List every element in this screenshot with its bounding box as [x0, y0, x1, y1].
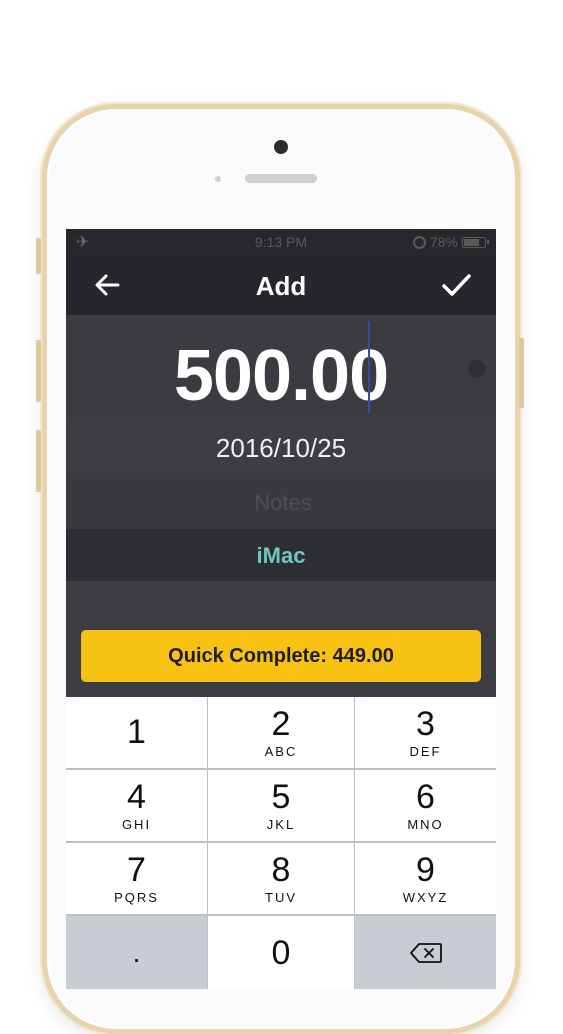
backspace-icon — [409, 942, 442, 963]
amount-field[interactable]: 500.00 — [66, 315, 496, 421]
key-letters: GHI — [121, 817, 152, 832]
key-decimal[interactable]: . — [66, 916, 207, 989]
key-digit: 7 — [127, 851, 146, 889]
key-9[interactable]: 9 WXYZ — [355, 843, 496, 914]
key-digit: 1 — [127, 712, 146, 751]
key-letters: MNO — [407, 817, 444, 832]
key-letters: DEF — [409, 744, 442, 759]
quick-complete-button[interactable]: Quick Complete: 449.00 — [81, 630, 481, 682]
volume-down-button — [36, 430, 41, 492]
status-bar: ✈ 9:13 PM 78% — [66, 229, 496, 255]
alarm-icon — [412, 235, 426, 249]
battery-percent: 78% — [429, 234, 458, 250]
notes-input[interactable] — [66, 487, 496, 519]
checkmark-icon — [442, 274, 471, 296]
volume-up-button — [36, 340, 41, 402]
backspace-key[interactable] — [355, 916, 496, 989]
app-screen: ✈ 9:13 PM 78% Add 500.00 2016/10/25 Note… — [66, 229, 496, 989]
nav-bar: Add — [66, 255, 496, 315]
mute-switch — [36, 238, 41, 274]
numeric-keypad: 1 2 ABC 3 DEF 4 GHI 5 JKL 6 MNO 7 PQRS 8 — [66, 697, 496, 989]
key-digit: 0 — [271, 933, 291, 972]
page-title: Add — [255, 271, 307, 301]
key-digit: 8 — [271, 851, 291, 889]
key-5[interactable]: 5 JKL — [208, 770, 354, 841]
clear-icon[interactable] — [468, 360, 486, 378]
key-digit: 6 — [416, 778, 435, 816]
power-button — [519, 338, 524, 408]
category-label: iMac — [256, 543, 306, 568]
front-camera — [274, 140, 288, 154]
key-letters: WXYZ — [402, 890, 449, 905]
key-2[interactable]: 2 ABC — [208, 697, 354, 768]
key-digit: 5 — [271, 778, 291, 816]
key-3[interactable]: 3 DEF — [355, 697, 496, 768]
notes-row — [66, 473, 496, 529]
key-8[interactable]: 8 TUV — [208, 843, 354, 914]
key-letters: TUV — [265, 890, 297, 905]
key-decimal-label: . — [132, 936, 141, 968]
key-1[interactable]: 1 — [66, 697, 207, 768]
key-digit: 3 — [416, 705, 435, 743]
key-7[interactable]: 7 PQRS — [66, 843, 207, 914]
battery-icon — [462, 236, 489, 248]
date-value: 2016/10/25 — [215, 433, 347, 463]
proximity-sensor — [215, 176, 221, 182]
battery-indicator: 78% — [412, 234, 489, 250]
key-letters: PQRS — [114, 890, 159, 905]
earpiece-speaker — [245, 174, 317, 183]
key-letters: ABC — [264, 744, 298, 759]
confirm-button[interactable] — [436, 265, 476, 305]
key-digit: 9 — [416, 851, 435, 889]
text-cursor — [368, 321, 370, 413]
key-0[interactable]: 0 — [208, 916, 354, 989]
key-6[interactable]: 6 MNO — [355, 770, 496, 841]
date-field[interactable]: 2016/10/25 — [66, 421, 496, 473]
key-letters: JKL — [266, 817, 296, 832]
key-digit: 4 — [127, 778, 146, 816]
amount-value: 500.00 — [173, 336, 389, 416]
category-selector[interactable]: iMac — [66, 529, 496, 581]
key-4[interactable]: 4 GHI — [66, 770, 207, 841]
key-digit: 2 — [271, 705, 291, 743]
